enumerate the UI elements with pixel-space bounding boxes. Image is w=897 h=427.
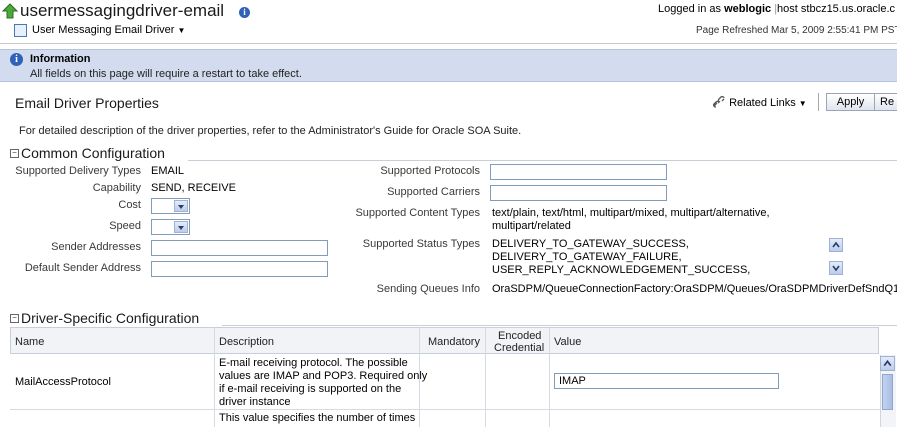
toolbar-separator	[818, 93, 819, 111]
page-description: For detailed description of the driver p…	[19, 125, 522, 137]
column-header-name[interactable]: Name	[15, 336, 44, 348]
capability-value: SEND, RECEIVE	[151, 182, 236, 194]
collapse-driver-specific-icon[interactable]: −	[10, 314, 19, 323]
speed-select[interactable]	[151, 219, 190, 235]
column-header-description[interactable]: Description	[219, 336, 274, 348]
section-divider	[188, 160, 897, 161]
scroll-up-icon[interactable]	[829, 238, 843, 252]
supported-carriers-label: Supported Carriers	[387, 186, 480, 198]
table-row-description: This value specifies the number of times	[219, 412, 416, 424]
cost-select[interactable]	[151, 198, 190, 214]
status-type-item: DELIVERY_TO_GATEWAY_SUCCESS,	[492, 238, 689, 250]
supported-content-types-label: Supported Content Types	[355, 207, 480, 219]
mail-access-protocol-value: IMAP	[559, 375, 586, 387]
info-icon: i	[10, 53, 23, 66]
header-divider	[0, 43, 897, 44]
target-menu[interactable]: User Messaging Email Driver ▼	[32, 24, 185, 36]
sending-queues-info-value: OraSDPM/QueueConnectionFactory:OraSDPM/Q…	[492, 283, 897, 295]
logged-in-prefix: Logged in as	[658, 3, 721, 15]
sending-queues-info-label: Sending Queues Info	[376, 283, 480, 295]
table-row-description: if e-mail receiving is supported on the	[219, 383, 402, 395]
capability-label: Capability	[92, 182, 141, 194]
info-title: Information	[30, 53, 91, 65]
table-row-description: E-mail receiving protocol. The possible	[219, 357, 408, 369]
page-refreshed: Page Refreshed Mar 5, 2009 2:55:41 PM PS…	[696, 25, 897, 36]
table-row-description: values are IMAP and POP3. Required only	[219, 370, 428, 382]
common-config-title: Common Configuration	[21, 145, 165, 161]
info-message: All fields on this page will require a r…	[30, 68, 302, 80]
supported-content-types-line2: multipart/related	[492, 220, 571, 232]
table-row-name: MailAccessProtocol	[15, 376, 111, 388]
mail-access-protocol-input[interactable]: IMAP	[554, 373, 779, 389]
target-info-icon[interactable]: i	[239, 7, 250, 18]
up-arrow-icon[interactable]	[2, 3, 18, 19]
column-divider	[549, 327, 550, 427]
host-name: host stbcz15.us.oracle.c	[777, 3, 896, 15]
supported-delivery-types-value: EMAIL	[151, 165, 185, 177]
user-name: weblogic	[724, 3, 772, 15]
section-divider	[222, 325, 897, 326]
page-title: Email Driver Properties	[15, 95, 159, 111]
apply-button[interactable]: Apply	[826, 93, 875, 111]
column-divider	[485, 327, 486, 427]
status-type-item: DELIVERY_TO_GATEWAY_FAILURE,	[492, 251, 682, 263]
related-links-label: Related Links	[729, 97, 796, 109]
related-links-menu[interactable]: Related Links ▼	[712, 95, 807, 109]
column-divider	[214, 327, 215, 427]
supported-protocols-label: Supported Protocols	[380, 165, 480, 177]
revert-button[interactable]: Re	[874, 93, 897, 111]
supported-status-types-label: Supported Status Types	[362, 238, 480, 250]
chevron-down-icon: ▼	[177, 26, 186, 35]
chevron-down-icon: ▼	[798, 99, 807, 108]
supported-delivery-types-label: Supported Delivery Types	[15, 165, 141, 177]
scroll-up-icon[interactable]	[880, 356, 895, 371]
supported-protocols-input[interactable]	[490, 164, 667, 180]
target-menu-icon[interactable]	[14, 24, 27, 37]
page-title-target: usermessagingdriver-email	[20, 1, 225, 20]
row-divider	[10, 409, 880, 410]
login-info: Logged in as weblogic |host stbcz15.us.o…	[658, 3, 896, 15]
column-header-credential[interactable]: Credential	[494, 342, 544, 354]
sender-addresses-input[interactable]	[151, 240, 328, 256]
supported-content-types-line1: text/plain, text/html, multipart/mixed, …	[492, 207, 770, 219]
status-type-item: USER_REPLY_ACKNOWLEDGEMENT_SUCCESS,	[492, 264, 751, 276]
collapse-common-icon[interactable]: −	[10, 149, 19, 158]
default-sender-address-input[interactable]	[151, 261, 328, 277]
driver-specific-config-title: Driver-Specific Configuration	[21, 310, 200, 326]
column-header-mandatory[interactable]: Mandatory	[428, 336, 480, 348]
chevron-down-icon	[174, 200, 188, 212]
speed-label: Speed	[109, 220, 141, 232]
table-row-description: driver instance	[219, 396, 291, 408]
cost-label: Cost	[118, 199, 141, 211]
scrollbar-thumb[interactable]	[882, 374, 893, 410]
scroll-down-icon[interactable]	[829, 261, 843, 275]
target-menu-label: User Messaging Email Driver	[32, 24, 175, 36]
link-icon	[712, 95, 725, 108]
column-header-encoded[interactable]: Encoded	[498, 330, 541, 342]
column-header-value[interactable]: Value	[554, 336, 581, 348]
supported-carriers-input[interactable]	[490, 185, 667, 201]
default-sender-address-label: Default Sender Address	[24, 262, 141, 274]
chevron-down-icon	[174, 221, 188, 233]
sender-addresses-label: Sender Addresses	[51, 241, 141, 253]
